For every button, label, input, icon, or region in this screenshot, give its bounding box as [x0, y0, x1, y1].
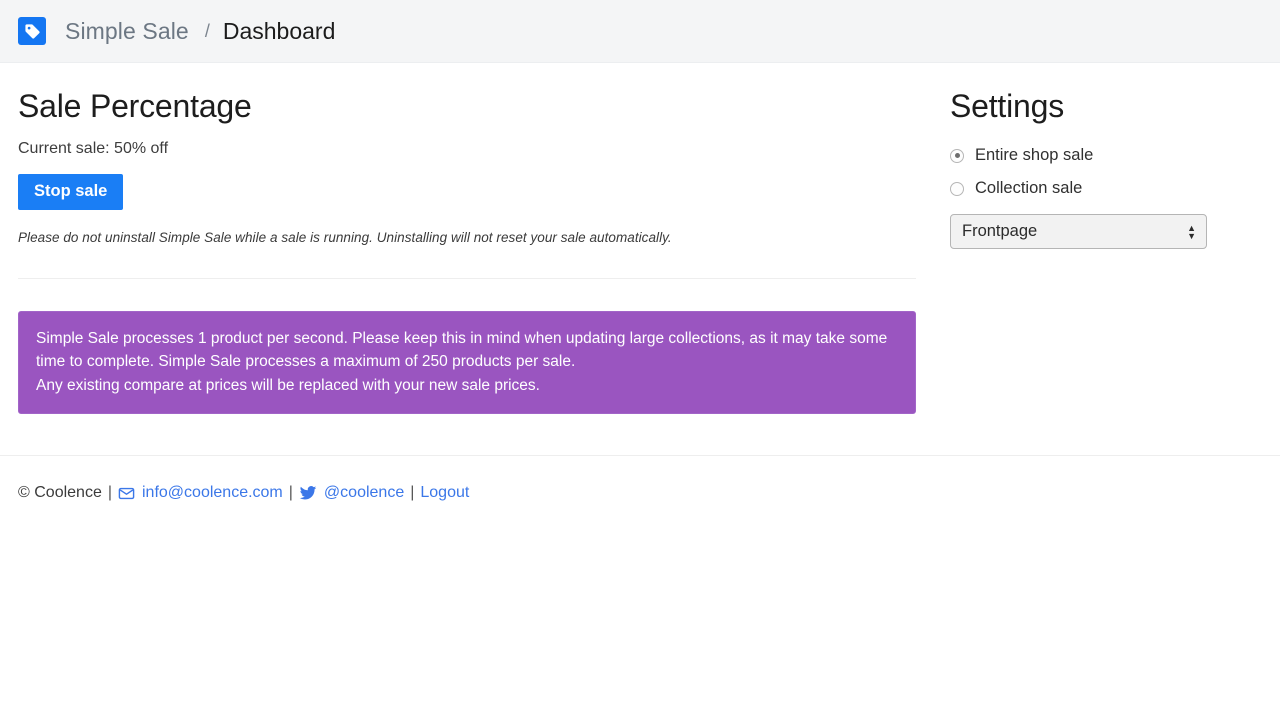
alert-line-1: Simple Sale processes 1 product per seco… [36, 329, 888, 371]
footer-separator-1: | [107, 484, 112, 501]
footer-logout-link[interactable]: Logout [420, 484, 469, 502]
section-divider [18, 277, 916, 279]
footer-email-link[interactable]: info@coolence.com [142, 484, 283, 502]
current-sale-status: Current sale: 50% off [18, 140, 169, 157]
uninstall-warning-note: Please do not uninstall Simple Sale whil… [18, 229, 672, 245]
envelope-icon [118, 485, 135, 502]
page-title: Sale Percentage [18, 88, 252, 124]
footer-region: © Coolence | info@coolence.com | @coolen… [0, 455, 1280, 502]
footer-twitter-link[interactable]: @coolence [324, 484, 404, 502]
settings-title: Settings [950, 88, 1065, 124]
app-header: Simple Sale / Dashboard [0, 0, 1280, 63]
radio-collection-sale-label: Collection sale [975, 179, 1083, 197]
footer-divider [0, 455, 1280, 456]
footer-separator-2: | [288, 484, 293, 501]
collection-select-value: Frontpage [962, 222, 1038, 240]
collection-select[interactable]: Frontpage ▲ ▼ [950, 214, 1207, 249]
twitter-bird-icon [299, 484, 317, 502]
settings-panel: Settings Entire shop sale Collection sal… [950, 63, 1262, 414]
price-tag-icon[interactable] [18, 17, 46, 45]
breadcrumb-brand[interactable]: Simple Sale [65, 18, 189, 45]
footer: © Coolence | info@coolence.com | @coolen… [18, 455, 1262, 502]
content-columns: Sale Percentage Current sale: 50% off St… [18, 63, 1262, 414]
radio-entire-shop-sale[interactable]: Entire shop sale [950, 146, 1262, 165]
footer-copyright: © Coolence [18, 484, 102, 501]
radio-entire-shop-sale-indicator[interactable] [950, 148, 964, 163]
radio-entire-shop-sale-label: Entire shop sale [975, 146, 1094, 164]
select-stepper-arrows-icon[interactable]: ▲ ▼ [1187, 223, 1196, 241]
main-column: Sale Percentage Current sale: 50% off St… [18, 63, 950, 414]
chevron-down-icon: ▼ [1187, 230, 1196, 241]
radio-collection-sale-indicator[interactable] [950, 181, 964, 196]
footer-separator-3: | [410, 484, 415, 501]
breadcrumb-current-page: Dashboard [222, 17, 336, 44]
stop-sale-button[interactable]: Stop sale [18, 174, 124, 210]
page-body: Sale Percentage Current sale: 50% off St… [0, 63, 1280, 502]
processing-info-alert: Simple Sale processes 1 product per seco… [18, 310, 916, 414]
breadcrumb-separator: / [204, 20, 210, 41]
alert-line-2: Any existing compare at prices will be r… [36, 376, 540, 394]
radio-collection-sale[interactable]: Collection sale [950, 179, 1262, 198]
